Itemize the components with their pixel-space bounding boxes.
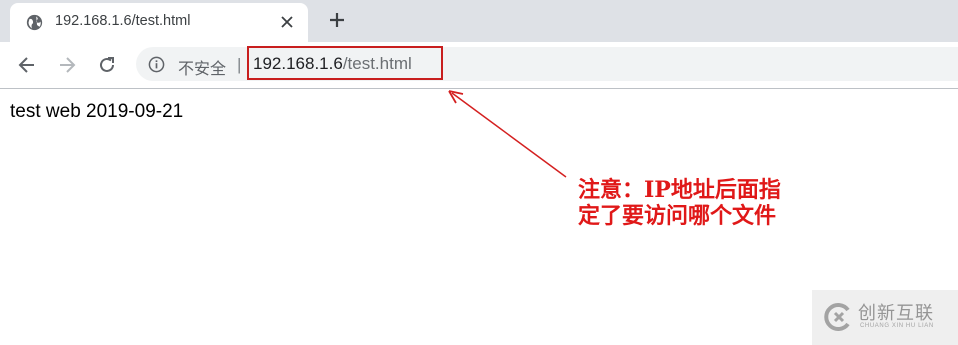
url-host: 192.168.1.6 [253, 54, 343, 73]
info-icon[interactable] [148, 56, 165, 73]
globe-icon [26, 14, 43, 31]
url-text[interactable]: 192.168.1.6/test.html [253, 54, 412, 74]
browser-tab[interactable]: 192.168.1.6/test.html [10, 3, 308, 42]
url-path: /test.html [342, 54, 412, 73]
toolbar-divider [0, 88, 958, 89]
annotation-note: 注意：IP地址后面指 定了要访问哪个文件 [578, 177, 828, 229]
annotation-line-1: 注意：IP地址后面指 [578, 177, 781, 203]
page-body-text: test web 2019-09-21 [10, 101, 184, 122]
close-icon[interactable] [280, 15, 294, 29]
logo-icon [824, 303, 850, 331]
annotation-line-2: 定了要访问哪个文件 [578, 203, 777, 229]
watermark: 创新互联 CHUANG XIN HU LIAN [812, 290, 958, 345]
watermark-subtitle: CHUANG XIN HU LIAN [860, 323, 934, 329]
reload-icon[interactable] [97, 55, 117, 75]
tab-title: 192.168.1.6/test.html [55, 13, 191, 29]
tab-strip: 192.168.1.6/test.html [0, 0, 958, 42]
toolbar: 不安全 | [0, 42, 958, 88]
plus-icon[interactable] [328, 11, 346, 29]
arrow-left-icon[interactable] [17, 55, 37, 75]
watermark-brand: 创新互联 [858, 303, 934, 324]
security-label[interactable]: 不安全 [178, 55, 226, 79]
separator: | [237, 55, 242, 74]
arrow-right-icon[interactable] [57, 55, 77, 75]
